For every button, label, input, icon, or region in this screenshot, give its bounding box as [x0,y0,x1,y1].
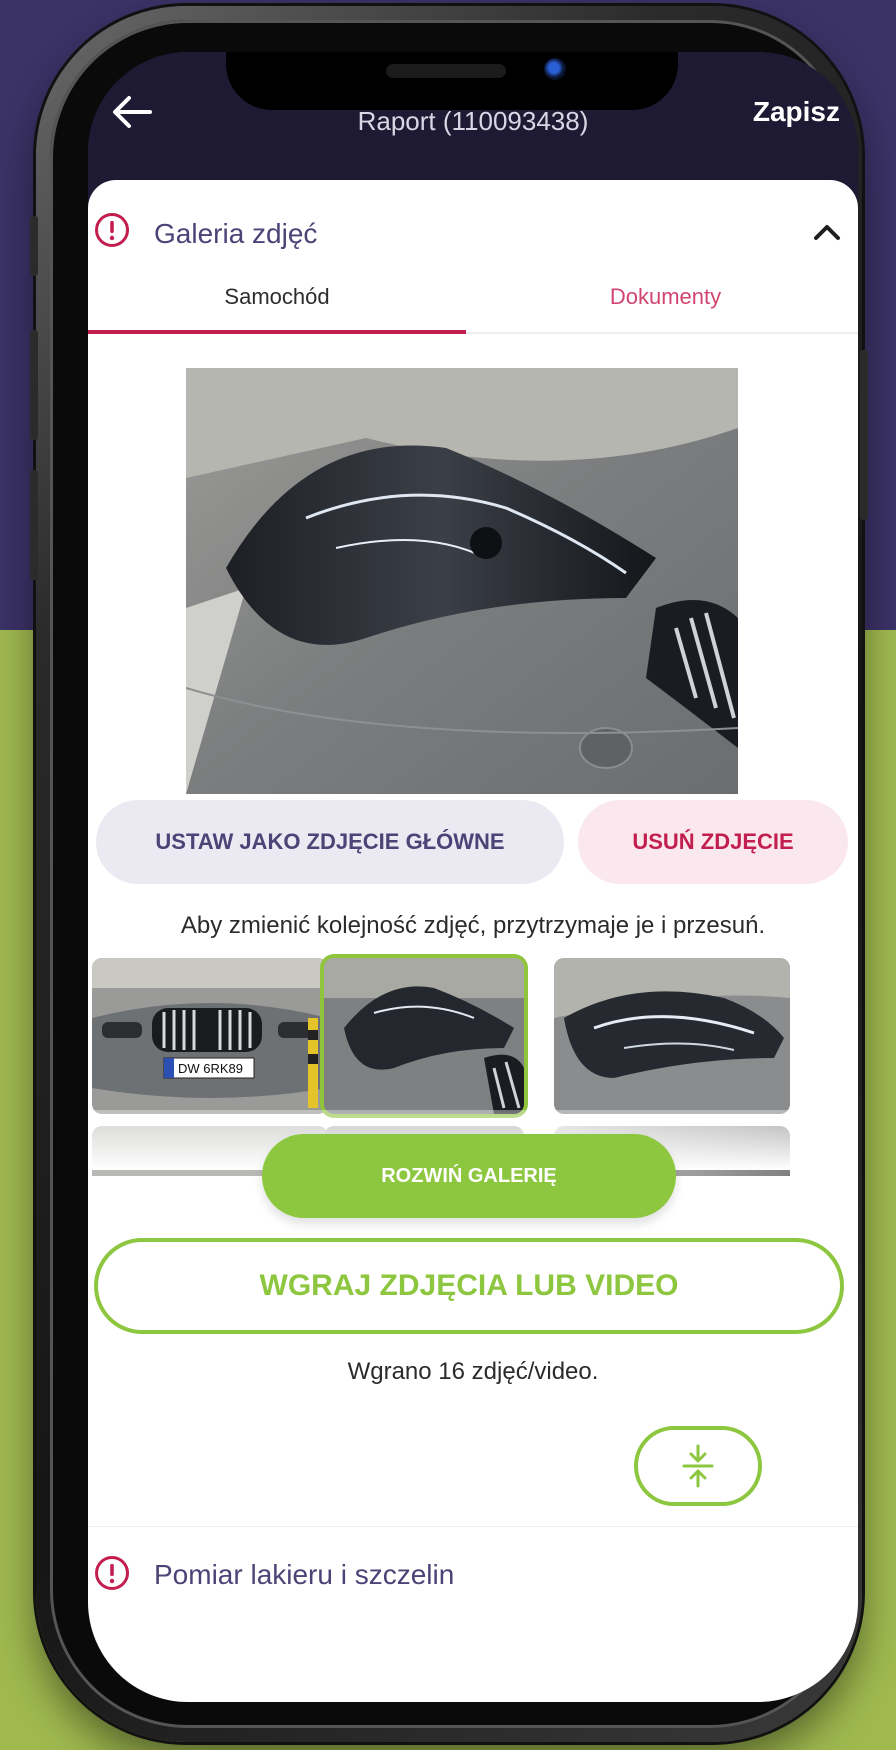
reorder-hint: Aby zmienić kolejność zdjęć, przytrzymaj… [180,912,766,939]
gallery-section-title: Galeria zdjęć [154,218,318,249]
exclamation-circle-icon [95,1556,129,1590]
save-button[interactable]: Zapisz [753,96,840,128]
car-front-thumbnail-image: DW 6RK89 [92,958,328,1114]
photo-thumbnail[interactable] [554,958,790,1114]
car-headlight-closeup-image [554,958,790,1114]
expand-gallery-button[interactable]: ROZWIŃ GALERIĘ [262,1134,676,1218]
phone-screen: Raport (110093438) Zapisz Galeria zdjęć … [88,52,858,1702]
phone-side-button [30,470,38,580]
tab-car[interactable]: Samochód [88,276,466,334]
speaker-grille [386,64,506,78]
camera-icon [544,58,566,80]
phone-side-button [860,350,868,520]
gallery-section-header[interactable]: Galeria zdjęć [88,206,858,266]
gallery-tabs: Samochód Dokumenty [88,276,858,334]
paint-section-title: Pomiar lakieru i szczelin [154,1559,455,1590]
phone-side-button [30,216,38,276]
phone-notch [226,52,678,110]
exclamation-circle-icon [95,213,129,247]
upload-count-text: Wgrano 16 zdjęć/video. [347,1358,599,1385]
tab-documents[interactable]: Dokumenty [473,276,858,334]
photo-thumbnail[interactable]: DW 6RK89 [92,958,328,1114]
content-sheet: Galeria zdjęć Samochód Dokumenty USTAW J… [88,180,858,1702]
main-photo[interactable] [186,368,738,794]
paint-section-header[interactable]: Pomiar lakieru i szczelin [88,1526,858,1596]
phone-side-button [30,330,38,440]
compress-vertical-icon [682,1444,714,1488]
car-headlight-thumbnail-image [324,958,524,1114]
upload-media-button[interactable]: WGRAJ ZDJĘCIA LUB VIDEO [94,1238,844,1334]
page-title: Raport (110093438) [357,106,589,136]
set-main-photo-button[interactable]: USTAW JAKO ZDJĘCIE GŁÓWNE [96,800,564,884]
car-headlight-image [186,368,738,794]
chevron-up-icon[interactable] [812,222,842,242]
license-plate-text: DW 6RK89 [178,1061,243,1076]
collapse-all-button[interactable] [634,1426,762,1506]
delete-photo-button[interactable]: USUŃ ZDJĘCIE [578,800,848,884]
photo-thumbnail-selected[interactable] [324,958,524,1114]
